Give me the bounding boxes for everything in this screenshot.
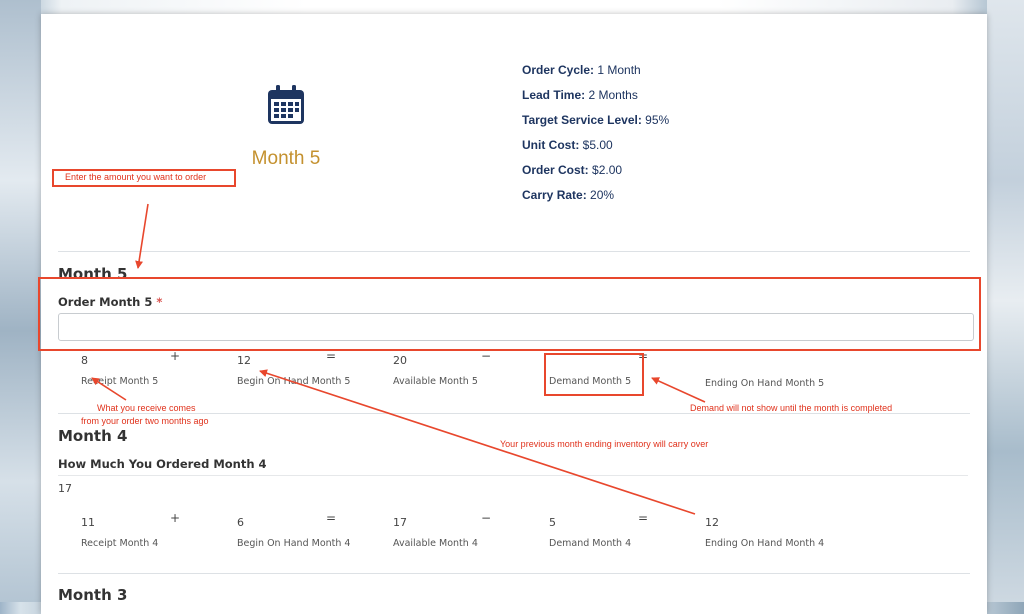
divider xyxy=(58,573,970,574)
equals-operator: = xyxy=(326,511,337,525)
annotation-enter-amount: Enter the amount you want to order xyxy=(65,172,207,182)
divider xyxy=(58,251,970,252)
available-month5-caption: Available Month 5 xyxy=(393,376,478,387)
info-unit-cost: Unit Cost: $5.00 xyxy=(522,138,613,152)
receipt-month5-caption: Receipt Month 5 xyxy=(81,376,159,387)
field-underline xyxy=(58,475,968,476)
ordered-month4-label: How Much You Ordered Month 4 xyxy=(58,457,267,471)
calendar-icon xyxy=(268,85,304,124)
ending-on-hand-month4-caption: Ending On Hand Month 4 xyxy=(705,538,825,549)
available-month5-value: 20 xyxy=(393,354,407,367)
ordered-month4-value: 17 xyxy=(58,482,72,495)
annotation-demand-note: Demand will not show until the month is … xyxy=(690,403,893,413)
annotation-demand-highlight xyxy=(544,353,644,396)
demand-month4-caption: Demand Month 4 xyxy=(549,538,632,549)
available-month4-caption: Available Month 4 xyxy=(393,538,478,549)
background-left xyxy=(0,0,41,602)
ending-on-hand-month5-caption: Ending On Hand Month 5 xyxy=(705,378,825,389)
demand-month4-value: 5 xyxy=(549,516,556,529)
divider xyxy=(58,413,970,414)
receipt-month5-value: 8 xyxy=(81,354,88,367)
info-order-cost: Order Cost: $2.00 xyxy=(522,163,623,177)
equals-operator: = xyxy=(638,511,649,525)
annotation-order-field-highlight xyxy=(38,277,981,351)
receipt-month4-caption: Receipt Month 4 xyxy=(81,538,159,549)
begin-on-hand-month5-value: 12 xyxy=(237,354,251,367)
info-carry-rate: Carry Rate: 20% xyxy=(522,188,615,202)
begin-on-hand-month5-caption: Begin On Hand Month 5 xyxy=(237,376,351,387)
available-month4-value: 17 xyxy=(393,516,407,529)
plus-operator: + xyxy=(170,511,181,525)
info-order-cycle: Order Cycle: 1 Month xyxy=(522,63,641,77)
info-lead-time: Lead Time: 2 Months xyxy=(522,88,638,102)
ending-on-hand-month4-value: 12 xyxy=(705,516,719,529)
annotation-receive-note-line1: What you receive comes xyxy=(97,403,196,413)
begin-on-hand-month4-value: 6 xyxy=(237,516,244,529)
equals-operator: = xyxy=(326,349,337,363)
minus-operator: − xyxy=(481,349,492,363)
annotation-carry-over: Your previous month ending inventory wil… xyxy=(500,439,709,449)
annotation-receive-note-line2: from your order two months ago xyxy=(81,416,209,426)
plus-operator: + xyxy=(170,349,181,363)
section-heading-month3: Month 3 xyxy=(58,586,128,604)
receipt-month4-value: 11 xyxy=(81,516,95,529)
background-right xyxy=(987,0,1024,602)
section-heading-month4: Month 4 xyxy=(58,427,128,445)
minus-operator: − xyxy=(481,511,492,525)
order-parameters: Order Cycle: 1 Month Lead Time: 2 Months… xyxy=(522,58,669,208)
month-title: Month 5 xyxy=(251,148,321,169)
begin-on-hand-month4-caption: Begin On Hand Month 4 xyxy=(237,538,351,549)
info-service-level: Target Service Level: 95% xyxy=(522,113,670,127)
